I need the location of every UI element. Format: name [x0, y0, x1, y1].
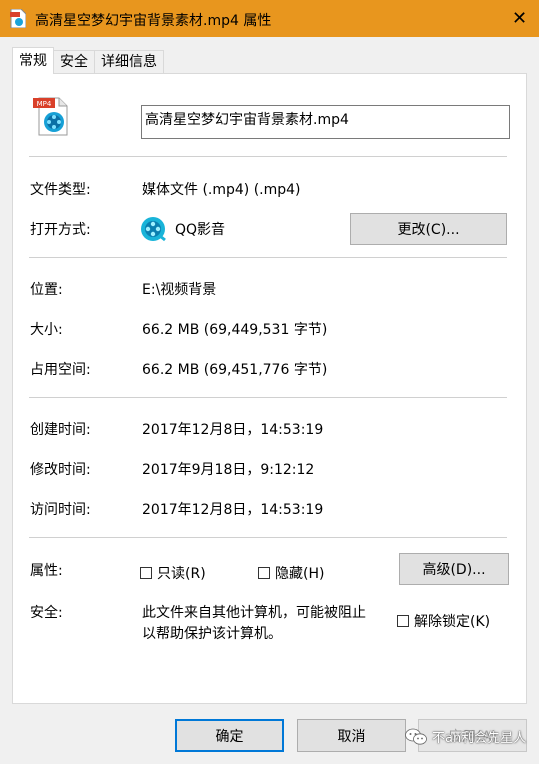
modified-label: 修改时间:: [30, 462, 91, 478]
tab-security[interactable]: 安全: [53, 50, 95, 74]
change-button[interactable]: 更改(C)...: [350, 213, 507, 245]
file-name-input[interactable]: [141, 105, 510, 139]
size-label: 大小:: [30, 322, 63, 338]
hidden-checkbox-box[interactable]: [258, 567, 270, 579]
readonly-checkbox-box[interactable]: [140, 567, 152, 579]
divider: [29, 156, 507, 157]
qq-player-icon: [140, 216, 166, 242]
location-label: 位置:: [30, 282, 63, 298]
divider: [29, 397, 507, 398]
advanced-button[interactable]: 高级(D)...: [399, 553, 509, 585]
watermark: 不an利会先星人: [405, 727, 526, 746]
svg-text:MP4: MP4: [37, 100, 52, 108]
disk-size-label: 占用空间:: [30, 362, 91, 378]
disk-size-value: 66.2 MB (69,451,776 字节): [142, 362, 328, 378]
unblock-checkbox[interactable]: 解除锁定(K): [397, 611, 490, 631]
accessed-label: 访问时间:: [30, 502, 91, 518]
open-with-label: 打开方式:: [30, 222, 91, 238]
tab-bar: 常规 安全 详细信息: [12, 47, 164, 74]
wechat-icon: [405, 728, 427, 746]
file-type-label: 文件类型:: [30, 182, 91, 198]
size-value: 66.2 MB (69,449,531 字节): [142, 322, 328, 338]
file-type-value: 媒体文件 (.mp4) (.mp4): [142, 182, 301, 198]
general-panel: MP4 文件类型: 媒体文件 (.mp4) (.mp4) 打开方式: QQ影音 …: [12, 73, 527, 704]
security-text-line2: 以帮助保护该计算机。: [142, 626, 282, 642]
unblock-checkbox-label: 解除锁定(K): [414, 614, 491, 630]
hidden-checkbox-label: 隐藏(H): [275, 566, 325, 582]
close-icon: ✕: [511, 8, 528, 29]
cancel-button[interactable]: 取消: [297, 719, 406, 752]
watermark-text: 不an利会先星人: [432, 731, 527, 746]
accessed-value: 2017年12月8日，14:53:19: [142, 502, 324, 518]
title-bar: 高清星空梦幻宇宙背景素材.mp4 属性 ✕: [0, 0, 539, 37]
security-label: 安全:: [30, 605, 63, 621]
mp4-file-icon: [10, 8, 27, 29]
tab-general[interactable]: 常规: [12, 47, 54, 74]
location-value: E:\视频背景: [142, 282, 217, 298]
security-text-line1: 此文件来自其他计算机，可能被阻止: [142, 605, 366, 621]
modified-value: 2017年9月18日，9:12:12: [142, 462, 315, 478]
ok-button[interactable]: 确定: [175, 719, 284, 752]
mp4-file-icon: MP4: [33, 96, 69, 136]
attributes-label: 属性:: [30, 563, 63, 579]
readonly-checkbox[interactable]: 只读(R): [140, 563, 206, 583]
divider: [29, 537, 507, 538]
hidden-checkbox[interactable]: 隐藏(H): [258, 563, 324, 583]
window-title: 高清星空梦幻宇宙背景素材.mp4 属性: [35, 13, 272, 29]
created-value: 2017年12月8日，14:53:19: [142, 422, 324, 438]
tab-details[interactable]: 详细信息: [94, 50, 164, 74]
created-label: 创建时间:: [30, 422, 91, 438]
divider: [29, 257, 507, 258]
open-with-app: QQ影音: [175, 222, 226, 238]
readonly-checkbox-label: 只读(R): [157, 566, 206, 582]
unblock-checkbox-box[interactable]: [397, 615, 409, 627]
close-button[interactable]: ✕: [500, 0, 539, 37]
